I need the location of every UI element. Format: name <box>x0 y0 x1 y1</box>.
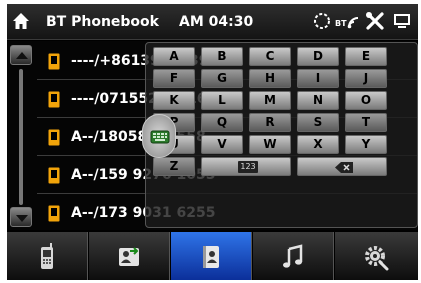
numeric-label: 123 <box>238 161 258 173</box>
device-icon[interactable] <box>392 11 412 31</box>
scroll-up-button[interactable] <box>10 45 32 65</box>
loading-ring-icon <box>314 13 330 29</box>
clock: AM 04:30 <box>179 14 254 30</box>
backspace-button[interactable] <box>297 157 387 176</box>
numeric-keyboard-button[interactable]: 123 <box>201 157 291 176</box>
key-w[interactable]: W <box>249 135 291 154</box>
key-f[interactable]: F <box>153 69 195 88</box>
key-k[interactable]: K <box>153 91 195 110</box>
key-a[interactable]: A <box>153 47 195 66</box>
phonebook-tab[interactable] <box>171 232 252 280</box>
settings-gear-icon <box>365 246 389 271</box>
bt-phonebook-screen: BT Phonebook AM 04:30 BT ----/0715522261… <box>7 4 418 280</box>
home-icon[interactable] <box>12 12 30 30</box>
phone-tab[interactable] <box>7 232 88 280</box>
key-n[interactable]: N <box>297 91 339 110</box>
arrow-up-icon <box>16 52 28 59</box>
phone-contact-icon <box>48 167 60 184</box>
key-j[interactable]: J <box>345 69 387 88</box>
key-o[interactable]: O <box>345 91 387 110</box>
phone-contact-icon <box>48 53 60 70</box>
bottom-nav <box>7 232 418 280</box>
key-q[interactable]: Q <box>201 113 243 132</box>
tools-icon[interactable] <box>365 11 385 31</box>
scroll-down-button[interactable] <box>10 207 32 227</box>
settings-tab[interactable] <box>335 232 418 280</box>
key-b[interactable]: B <box>201 47 243 66</box>
keyboard-toggle-button[interactable] <box>142 114 176 158</box>
key-x[interactable]: X <box>297 135 339 154</box>
key-i[interactable]: I <box>297 69 339 88</box>
key-y[interactable]: Y <box>345 135 387 154</box>
scroll-track[interactable] <box>19 69 23 205</box>
music-tab[interactable] <box>253 232 334 280</box>
key-r[interactable]: R <box>249 113 291 132</box>
contacts-transfer-tab[interactable] <box>89 232 170 280</box>
keyboard-icon <box>150 130 170 144</box>
key-e[interactable]: E <box>345 47 387 66</box>
arrow-down-icon <box>16 215 28 222</box>
contacts-transfer-icon <box>119 247 139 266</box>
key-h[interactable]: H <box>249 69 291 88</box>
phone-contact-icon <box>48 91 60 108</box>
phone-contact-icon <box>48 205 60 222</box>
key-v[interactable]: V <box>201 135 243 154</box>
key-d[interactable]: D <box>297 47 339 66</box>
backspace-icon <box>335 162 353 173</box>
phone-contact-icon <box>48 129 60 146</box>
bluetooth-signal-icon: BT <box>335 17 359 29</box>
page-title: BT Phonebook <box>46 14 159 30</box>
key-l[interactable]: L <box>201 91 243 110</box>
alphabet-keyboard: ABCDEFGHIJKLMNOPQRSTUVWXYZ123 <box>145 42 418 228</box>
key-m[interactable]: M <box>249 91 291 110</box>
key-s[interactable]: S <box>297 113 339 132</box>
key-g[interactable]: G <box>201 69 243 88</box>
key-c[interactable]: C <box>249 47 291 66</box>
status-bar: BT Phonebook AM 04:30 BT <box>7 4 418 40</box>
key-t[interactable]: T <box>345 113 387 132</box>
phonebook-icon <box>203 246 219 268</box>
key-z[interactable]: Z <box>153 157 195 176</box>
phone-icon <box>41 243 53 269</box>
scrollbar[interactable] <box>10 45 32 227</box>
bt-label: BT <box>335 19 347 28</box>
music-icon <box>283 244 303 268</box>
